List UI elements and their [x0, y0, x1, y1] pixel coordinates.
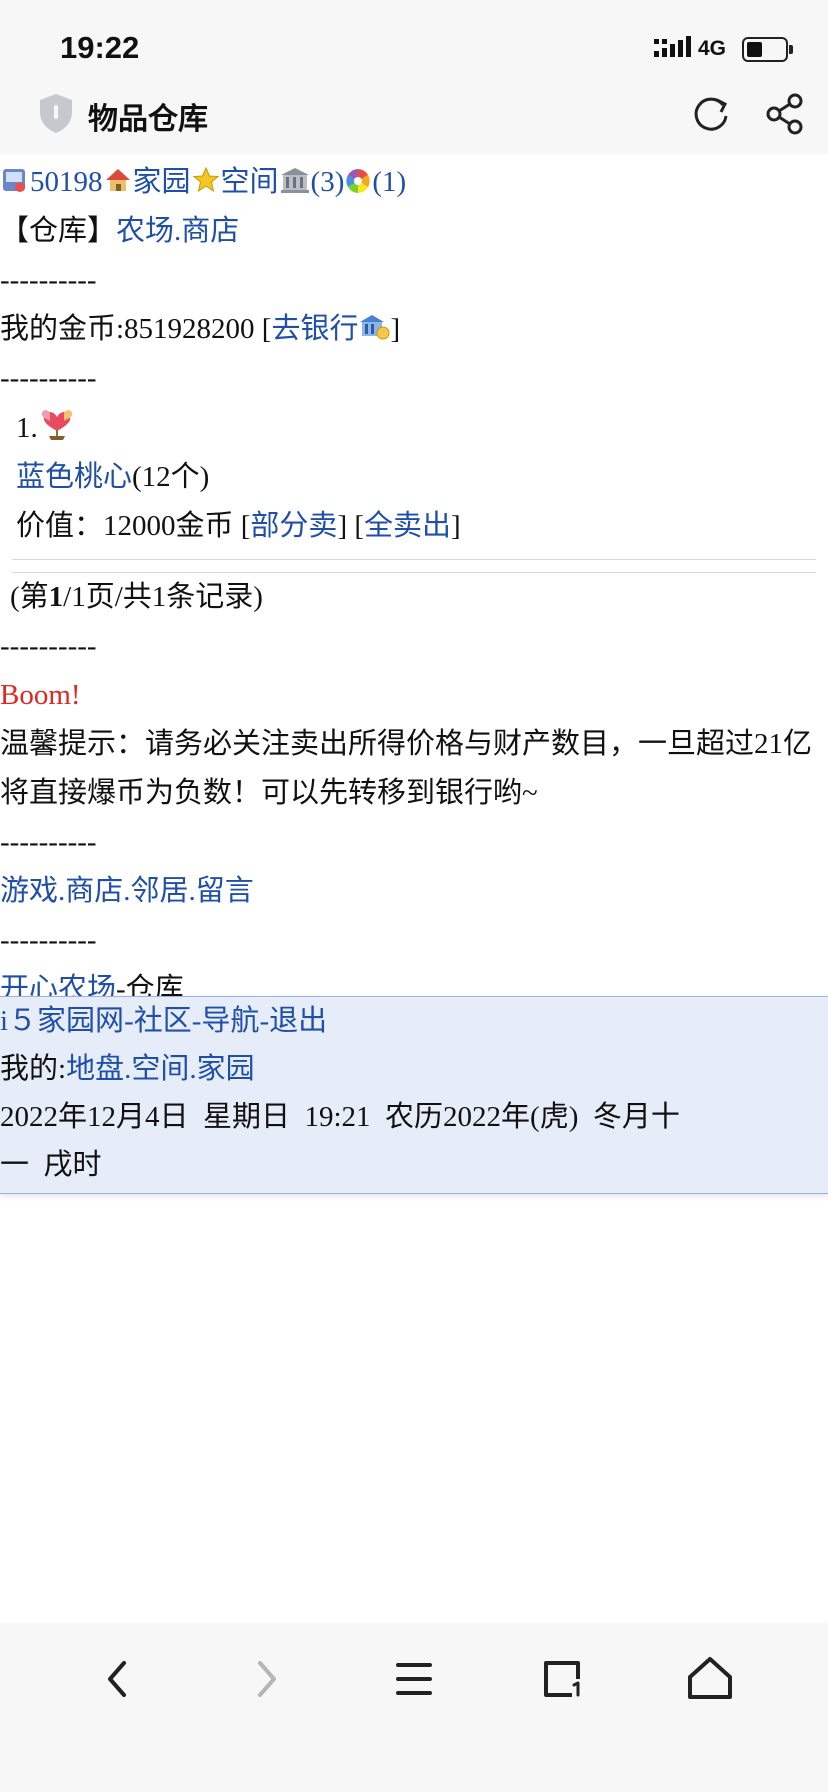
bracket-mid: ] [ — [337, 510, 365, 542]
shop-link[interactable]: 商店 — [65, 875, 123, 907]
menu-icon[interactable] — [384, 1649, 444, 1709]
item-index: 1. — [16, 412, 38, 444]
share-icon[interactable] — [764, 92, 806, 136]
dash-separator: - — [191, 1005, 202, 1037]
nav-row: 游戏.商店.邻居.留言 — [0, 867, 828, 916]
star-icon — [192, 166, 219, 193]
pinwheel-icon — [346, 169, 371, 193]
status-bar: 19:22 4G — [0, 0, 828, 80]
divider: ---------- — [0, 826, 97, 858]
item-value: 价值：12000金币 [ — [16, 510, 251, 542]
battery-icon — [742, 37, 793, 62]
site-footer: i５家园网-社区-导航-退出 我的:地盘.空间.家园 2022年12月4日 星期… — [0, 996, 828, 1194]
page-title: 物品仓库 — [88, 103, 208, 136]
dot-separator: . — [188, 875, 196, 907]
footer-home-link[interactable]: 家园 — [197, 1053, 255, 1085]
bank-icon — [360, 315, 390, 340]
warehouse-label: 【仓库】 — [0, 215, 117, 247]
footer-nav-row: i５家园网-社区-导航-退出 — [0, 997, 828, 1045]
footer-mine-row: 我的:地盘.空间.家园 — [0, 1045, 828, 1093]
pagination: (第1/1页/共1条记录) — [0, 573, 828, 622]
shield-icon — [40, 94, 72, 133]
sell-all-link[interactable]: 全卖出 — [364, 510, 451, 542]
dot-separator: . — [123, 875, 131, 907]
game-link[interactable]: 游戏 — [0, 875, 58, 907]
divider: ---------- — [0, 630, 97, 662]
space-link[interactable]: 空间 — [221, 166, 279, 198]
footer-space-link[interactable]: 空间 — [131, 1053, 189, 1085]
phone-icon — [3, 169, 25, 192]
boom-text: Boom! — [0, 679, 81, 711]
pagination-open: (第 — [10, 581, 49, 613]
back-icon[interactable] — [88, 1649, 148, 1709]
network-type: 4G — [698, 37, 727, 60]
rule-top — [12, 559, 816, 560]
page-content: 50198 家园 空间 (3) (1) 【仓库】农场.商店 ----------… — [0, 158, 828, 1014]
home-icon[interactable] — [680, 1649, 740, 1709]
item-qty: (12个) — [132, 461, 210, 493]
tabs-icon[interactable] — [532, 1649, 592, 1709]
warehouse-row: 【仓库】农场.商店 — [0, 207, 828, 256]
land-link[interactable]: 地盘 — [66, 1053, 124, 1085]
bracket-end: ] — [451, 510, 461, 542]
divider: ---------- — [0, 264, 97, 296]
dash-separator: - — [124, 1005, 134, 1037]
item-name-row: 蓝色桃心(12个) — [0, 453, 828, 502]
date-line-1: 2022年12月4日 星期日 19:21 农历2022年(虎) 冬月十 — [0, 1101, 680, 1133]
community-link[interactable]: 社区 — [134, 1005, 192, 1037]
neighbor-link[interactable]: 邻居 — [131, 875, 189, 907]
gold-row: 我的金币:851928200 [去银行 ] — [0, 305, 828, 354]
item-name-link[interactable]: 蓝色桃心 — [16, 461, 132, 493]
pagination-rest: /1页/共1条记录) — [63, 581, 263, 613]
bank-link[interactable]: 去银行 — [271, 313, 358, 345]
top-links-row: 50198 家园 空间 (3) (1) — [0, 158, 828, 207]
browser-header: 物品仓库 — [0, 80, 828, 154]
shop-link[interactable]: 商店 — [181, 215, 239, 247]
dot-separator: . — [189, 1053, 197, 1085]
count-b-link[interactable]: (1) — [372, 166, 406, 198]
farm-link[interactable]: 农场 — [116, 215, 174, 247]
date-line-2: 一 戌时 — [0, 1149, 102, 1181]
browser-toolbar — [0, 1623, 828, 1792]
item-index-row: 1. — [0, 403, 828, 453]
user-id-link[interactable]: 50198 — [30, 166, 103, 198]
divider: ---------- — [0, 924, 97, 956]
status-time: 19:22 — [60, 30, 140, 65]
mine-label: 我的: — [0, 1053, 67, 1085]
home-link[interactable]: 家园 — [133, 166, 191, 198]
item-value-row: 价值：12000金币 [部分卖] [全卖出] — [0, 502, 828, 551]
house-icon — [105, 169, 130, 191]
warm-tip: 温馨提示：请务必关注卖出所得价格与财产数目，一旦超过21亿将直接爆币为负数！可以… — [0, 728, 813, 809]
gold-label: 我的金币:851928200 [ — [0, 313, 272, 345]
divider: ---------- — [0, 362, 97, 394]
navigation-link[interactable]: 导航 — [201, 1005, 259, 1037]
gold-close: ] — [390, 313, 401, 345]
forward-icon[interactable] — [236, 1649, 296, 1709]
dash-separator: - — [259, 1005, 270, 1037]
logout-link[interactable]: 退出 — [269, 1005, 327, 1037]
count-a-link[interactable]: (3) — [311, 166, 345, 198]
pagination-current-page: 1 — [48, 581, 64, 613]
message-link[interactable]: 留言 — [196, 875, 254, 907]
building-icon — [280, 168, 309, 193]
site-link[interactable]: i５家园网 — [0, 1005, 124, 1037]
heart-flower-icon — [41, 410, 72, 440]
reload-icon[interactable] — [690, 92, 732, 136]
partial-sell-link[interactable]: 部分卖 — [250, 510, 337, 542]
